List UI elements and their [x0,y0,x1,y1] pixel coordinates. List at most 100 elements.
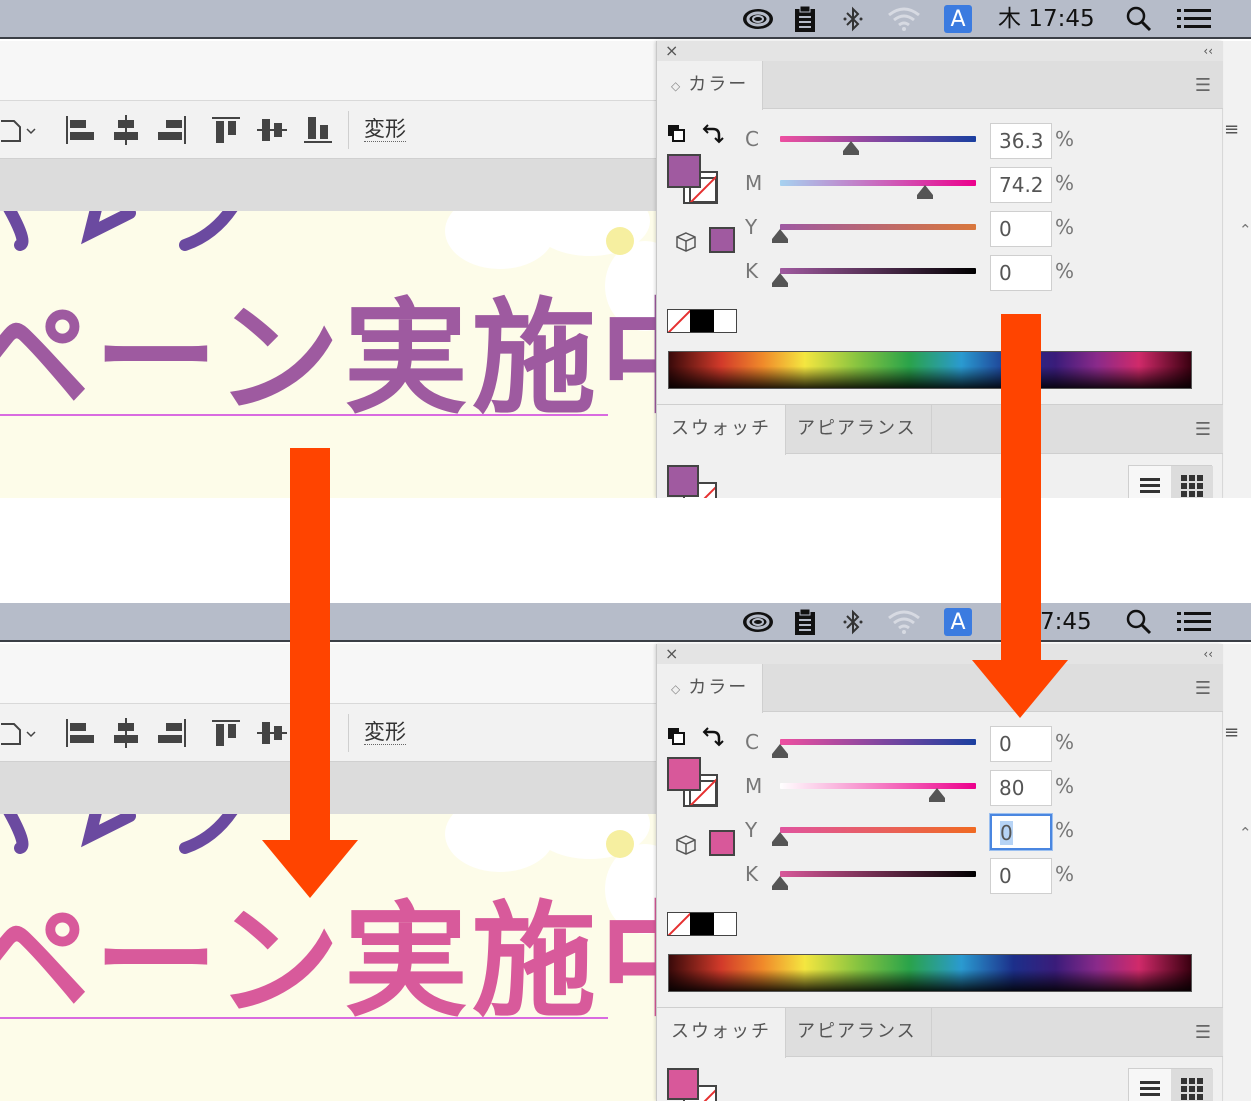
headline-text[interactable]: ペーン実施中 [0,289,660,429]
wifi-icon[interactable] [886,5,922,33]
bluetooth-icon[interactable] [842,608,864,636]
list-view-icon[interactable] [1129,466,1171,498]
panel-menu-icon[interactable]: ☰ [1195,678,1211,699]
panel-header: × ‹‹ [657,644,1223,664]
bluetooth-icon[interactable] [842,5,864,33]
channel-label: C [745,127,759,151]
transform-link[interactable]: 変形 [364,720,406,745]
close-icon[interactable]: × [665,41,678,61]
slider-thumb-icon[interactable] [772,744,788,758]
slider-thumb-icon[interactable] [928,788,945,802]
tab-appearance[interactable]: アピアランス [783,405,932,453]
channel-row-c: C 0% [657,726,1223,762]
slider-thumb-icon[interactable] [843,141,860,155]
tab-swatches[interactable]: スウォッチ [657,1008,786,1058]
align-left-icon[interactable] [64,113,96,147]
lower-panel-menu-icon[interactable]: ☰ [1195,419,1211,440]
channel-value-input[interactable]: 0 [990,255,1052,291]
channel-value-input[interactable]: 0 [990,726,1052,762]
panel-menu-icon[interactable]: ☰ [1195,75,1211,96]
search-icon[interactable] [1125,608,1153,636]
list-view-icon[interactable] [1129,1069,1171,1101]
align-right-icon[interactable] [156,113,188,147]
color-panel: × ‹‹ ◇ カラー ☰ C 36.3% M 74.2% Y 0% K 0% スウォッチ アピア… [656,41,1223,498]
align-left-icon[interactable] [64,716,96,750]
dock-grip-icon[interactable]: ≡ [1224,722,1239,743]
scroll-up-chevron-icon[interactable]: ⌃ [1239,824,1251,842]
wifi-icon[interactable] [886,608,922,636]
channel-slider-track[interactable] [780,739,976,745]
channel-value-input[interactable]: 0 [990,858,1052,894]
channel-value-input[interactable]: 80 [990,770,1052,806]
align-bottom-icon[interactable] [302,113,334,147]
grid-view-icon[interactable] [1171,466,1213,498]
channel-row-k: K 0% [657,858,1223,894]
list-menu-icon[interactable] [1176,5,1212,33]
channel-value-input[interactable]: 0 [990,211,1052,247]
align-center-vertical-icon[interactable] [256,113,288,147]
slider-thumb-icon[interactable] [772,832,788,846]
slider-thumb-icon[interactable] [772,229,788,243]
channel-value-input[interactable]: 0 [990,814,1052,850]
color-spectrum[interactable] [668,351,1192,389]
align-center-horizontal-icon[interactable] [110,113,142,147]
channel-label: M [745,774,763,798]
channel-row-c: C 36.3% [657,123,1223,159]
lower-panel-menu-icon[interactable]: ☰ [1195,1022,1211,1043]
color-panel-tabbar: ◇ カラー ☰ [657,61,1223,110]
slider-thumb-icon[interactable] [772,273,788,287]
channel-label: C [745,730,759,754]
close-icon[interactable]: × [665,644,678,664]
align-top-icon[interactable] [210,716,242,750]
channel-slider-track[interactable] [780,783,976,789]
scroll-up-chevron-icon[interactable]: ⌃ [1239,221,1251,239]
align-right-icon[interactable] [156,716,188,750]
input-method-icon[interactable]: A [944,5,972,33]
dock-grip-icon[interactable]: ≡ [1224,119,1239,140]
slider-thumb-icon[interactable] [917,185,934,199]
swatch-fill-box[interactable] [667,465,699,497]
tab-swatches[interactable]: スウォッチ [657,405,786,455]
document-tab-strip [0,159,660,211]
creative-cloud-icon[interactable] [740,5,776,33]
artboard-dropdown-icon[interactable] [0,113,40,147]
percent-label: % [1055,215,1075,239]
channel-slider-track[interactable] [780,224,976,230]
channel-row-y: Y 0% [657,211,1223,247]
align-center-horizontal-icon[interactable] [110,716,142,750]
control-bar-top [0,41,660,101]
clipboard-icon[interactable] [792,5,818,33]
channel-value-input[interactable]: 74.2 [990,167,1052,203]
collapse-icon[interactable]: ‹‹ [1203,41,1213,61]
channel-slider-track[interactable] [780,268,976,274]
channel-slider-track[interactable] [780,827,976,833]
channel-slider-track[interactable] [780,871,976,877]
swatch-view-buttons [1128,1068,1213,1101]
channel-value-input[interactable]: 36.3 [990,123,1052,159]
channel-slider-track[interactable] [780,180,976,186]
none-black-white-swatches[interactable] [667,309,737,333]
tab-appearance[interactable]: アピアランス [783,1008,932,1056]
list-menu-icon[interactable] [1176,608,1212,636]
headline-text[interactable]: ペーン実施中 [0,892,660,1032]
tab-color[interactable]: ◇ カラー [657,664,764,713]
swatch-fill-box[interactable] [667,1068,699,1100]
channel-slider-track[interactable] [780,136,976,142]
clipboard-icon[interactable] [792,608,818,636]
color-spectrum[interactable] [668,954,1192,992]
collapse-icon[interactable]: ‹‹ [1203,644,1213,664]
creative-cloud-icon[interactable] [740,608,776,636]
input-method-icon[interactable]: A [944,608,972,636]
percent-label: % [1055,730,1075,754]
menubar-clock[interactable]: 木 17:45 [998,5,1095,33]
slider-thumb-icon[interactable] [772,876,788,890]
percent-label: % [1055,862,1075,886]
grid-view-icon[interactable] [1171,1069,1213,1101]
tab-color[interactable]: ◇ カラー [657,61,764,110]
transform-link[interactable]: 変形 [364,117,406,142]
artboard-dropdown-icon[interactable] [0,716,40,750]
search-icon[interactable] [1125,5,1153,33]
none-black-white-swatches[interactable] [667,912,737,936]
align-top-icon[interactable] [210,113,242,147]
annotation-arrow-right [972,314,1068,718]
